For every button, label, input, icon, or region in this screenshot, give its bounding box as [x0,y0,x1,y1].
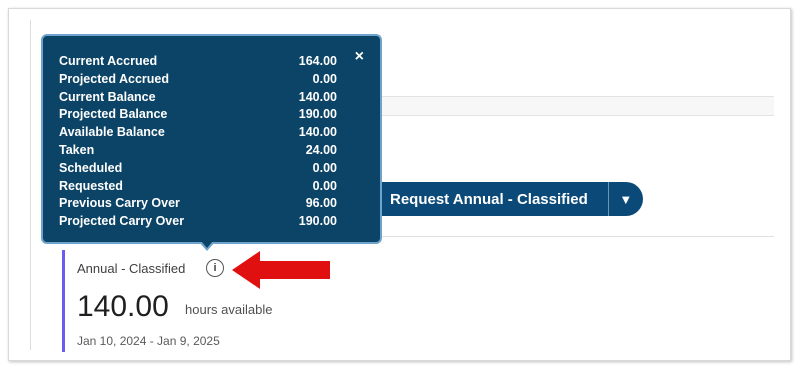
row-value: 140.00 [298,125,337,140]
tooltip-row-previous-carry-over: Previous Carry Over 96.00 [59,195,337,213]
hours-available-value: 140.00 [77,290,169,323]
balance-details-tooltip: × Current Accrued 164.00 Projected Accru… [41,34,382,244]
row-label: Projected Carry Over [59,214,185,229]
row-value: 140.00 [298,89,337,104]
row-value: 0.00 [312,160,337,175]
chevron-down-icon: ▼ [619,191,633,207]
page-left-border [30,20,31,350]
row-label: Previous Carry Over [59,196,180,211]
row-value: 164.00 [298,54,337,68]
section-divider [378,236,774,237]
row-label: Projected Accrued [59,71,169,86]
tooltip-row-current-accrued: Current Accrued 164.00 [59,53,337,71]
row-value: 0.00 [312,178,337,193]
row-value: 96.00 [305,196,337,211]
row-value: 190.00 [298,107,337,122]
hours-available-label: hours available [185,302,273,317]
row-label: Requested [59,178,123,193]
row-label: Scheduled [59,160,123,175]
leave-type-title: Annual - Classified [77,261,186,276]
tooltip-row-available-balance: Available Balance 140.00 [59,124,337,142]
tooltip-row-scheduled: Scheduled 0.00 [59,160,337,178]
row-value: 190.00 [298,214,337,229]
close-icon[interactable]: × [355,48,364,66]
info-circle-icon[interactable]: i [206,259,224,277]
row-label: Taken [59,142,95,157]
request-button-group: Request Annual - Classified ▼ [378,182,643,216]
row-label: Current Balance [59,89,156,104]
row-label: Available Balance [59,125,165,140]
row-value: 24.00 [305,142,337,157]
red-arrow-left-icon [232,251,330,289]
tooltip-row-taken: Taken 24.00 [59,142,337,160]
tooltip-row-projected-carry-over: Projected Carry Over 190.00 [59,213,337,231]
request-dropdown-toggle[interactable]: ▼ [607,182,643,216]
row-value: 0.00 [312,71,337,86]
section-divider-bar [378,96,774,116]
tooltip-row-current-balance: Current Balance 140.00 [59,89,337,107]
accrual-date-range: Jan 10, 2024 - Jan 9, 2025 [77,334,220,348]
row-label: Projected Balance [59,107,168,122]
row-label: Current Accrued [59,54,158,68]
balance-details-list: Current Accrued 164.00 Projected Accrued… [59,53,337,231]
tooltip-pointer-fill [201,241,213,248]
tooltip-row-projected-accrued: Projected Accrued 0.00 [59,71,337,89]
request-annual-classified-button[interactable]: Request Annual - Classified [378,182,608,216]
tooltip-row-requested: Requested 0.00 [59,178,337,196]
tooltip-row-projected-balance: Projected Balance 190.00 [59,106,337,124]
